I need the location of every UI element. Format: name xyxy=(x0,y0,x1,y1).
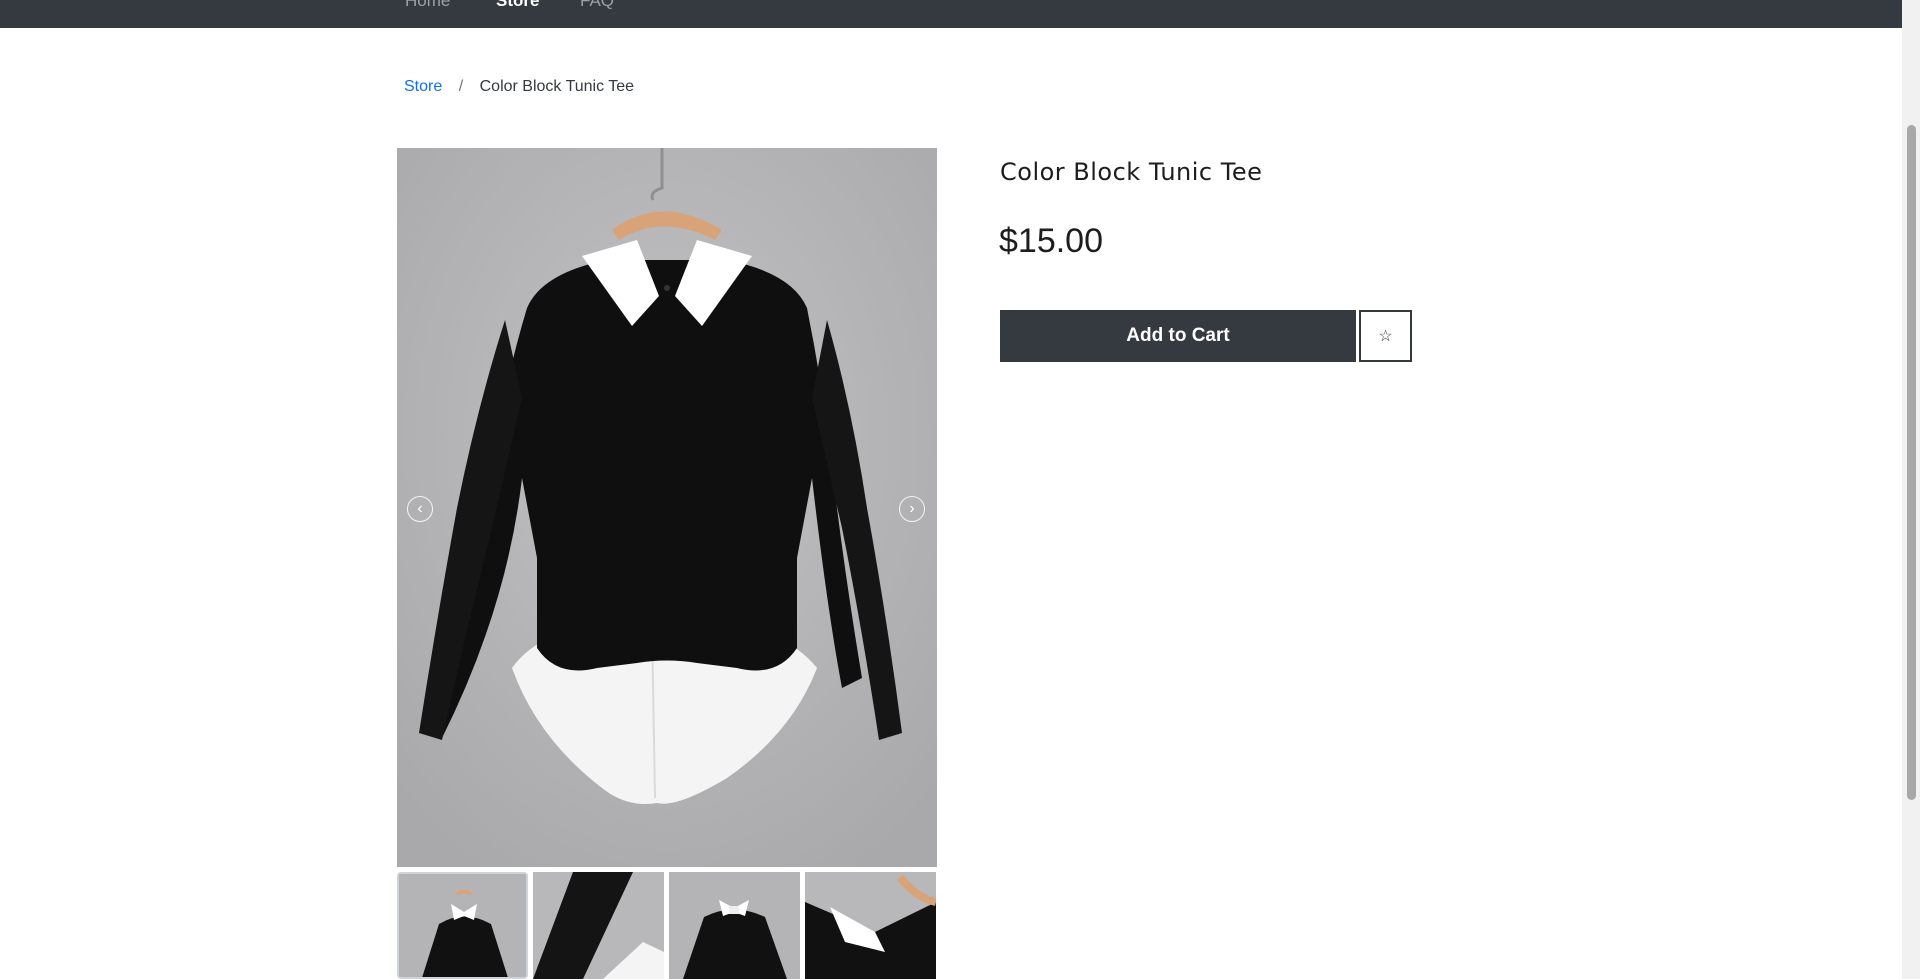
scrollbar-thumb[interactable] xyxy=(1907,125,1916,800)
carousel-prev-button[interactable]: ‹ xyxy=(407,496,433,522)
thumbnail-3[interactable] xyxy=(669,872,800,979)
add-to-cart-button[interactable]: Add to Cart xyxy=(1000,310,1356,362)
thumbnail-image xyxy=(669,872,800,979)
thumbnail-4[interactable] xyxy=(805,872,936,979)
breadcrumb: Store / Color Block Tunic Tee xyxy=(404,78,634,96)
breadcrumb-current: Color Block Tunic Tee xyxy=(479,78,635,95)
thumbnail-image xyxy=(399,874,526,977)
star-outline-icon: ☆ xyxy=(1378,328,1393,345)
product-photo-shirt xyxy=(397,148,937,867)
thumbnail-image xyxy=(805,872,936,979)
page-scrollbar[interactable] xyxy=(1902,0,1920,979)
product-title: Color Block Tunic Tee xyxy=(1000,158,1263,186)
breadcrumb-separator: / xyxy=(458,78,464,95)
wishlist-button[interactable]: ☆ xyxy=(1359,310,1412,362)
product-main-image: ‹ › xyxy=(397,148,937,867)
nav-link-faq[interactable]: FAQ xyxy=(580,0,614,11)
thumbnail-2[interactable] xyxy=(533,872,664,979)
thumbnail-strip xyxy=(397,872,937,979)
top-navbar: Home Store FAQ xyxy=(0,0,1902,28)
thumbnail-1[interactable] xyxy=(397,872,528,979)
chevron-right-icon: › xyxy=(909,500,915,517)
chevron-left-icon: ‹ xyxy=(417,500,423,517)
nav-link-store[interactable]: Store xyxy=(496,0,539,11)
nav-link-home[interactable]: Home xyxy=(405,0,450,11)
thumbnail-image xyxy=(533,872,664,979)
carousel-next-button[interactable]: › xyxy=(899,496,925,522)
product-price: $15.00 xyxy=(999,222,1103,260)
breadcrumb-store-link[interactable]: Store xyxy=(404,78,442,95)
